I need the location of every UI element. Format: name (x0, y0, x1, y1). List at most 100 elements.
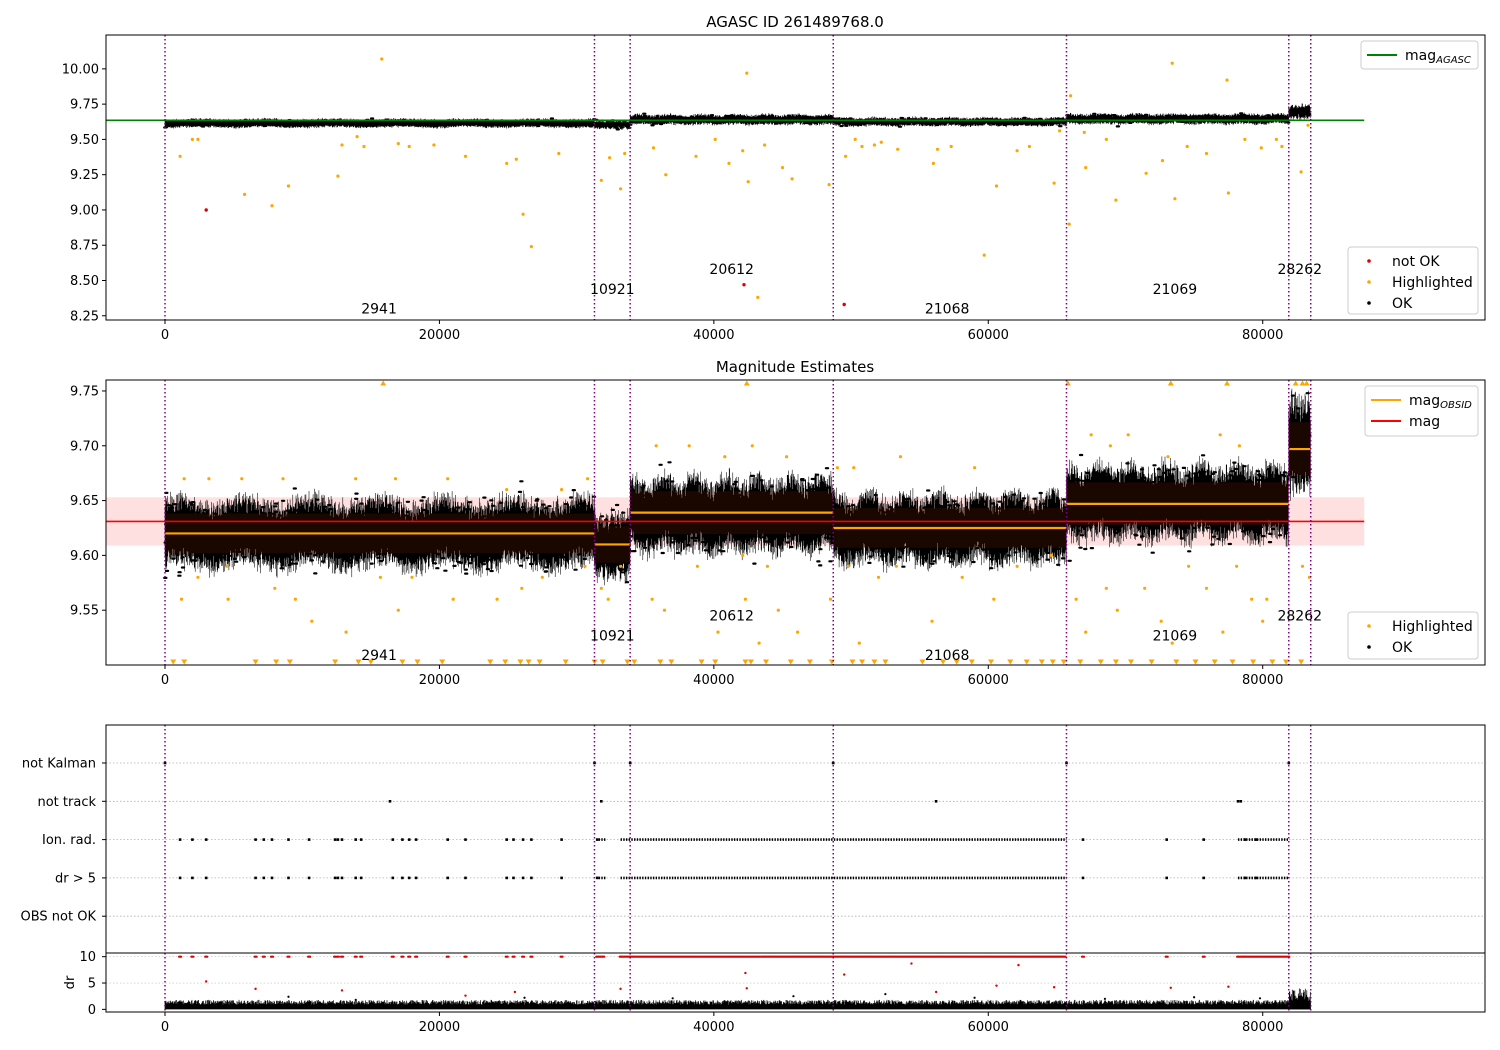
p1-ytick-label: 9.00 (70, 203, 99, 218)
p2-highlighted-point (281, 477, 285, 481)
p1-highlighted-point (336, 174, 340, 178)
p3-dr-gt-5-marker (1202, 876, 1205, 880)
p1-highlighted-point (1299, 170, 1303, 174)
p1-xtick-label: 60000 (968, 328, 1009, 343)
p1-highlighted-point (1259, 146, 1263, 150)
p2-highlighted-point (695, 564, 700, 568)
p1-not-ok-point (204, 208, 208, 212)
p2-obsid-label: 21068 (925, 648, 970, 664)
p2-highlighted-point (207, 477, 211, 481)
p2-highlighted-point (344, 630, 348, 634)
p2-clipped-low-marker (742, 659, 749, 665)
p3-ion-rad-marker (512, 838, 515, 841)
p2-clipped-low-marker (252, 659, 259, 665)
p2-highlighted-point (310, 619, 314, 623)
p2-highlighted-point (1015, 564, 1019, 568)
p3-dr-gt-5-marker (359, 876, 363, 880)
p1-highlighted-point (763, 143, 767, 147)
p2-highlighted-point (179, 597, 184, 601)
p3-ion-rad-marker (178, 838, 182, 841)
p2-highlighted-point (741, 553, 745, 558)
p3-ion-rad-marker (401, 838, 404, 841)
p3-not-track-marker (1236, 800, 1240, 803)
p3-dr-gt-5-marker (1165, 876, 1168, 880)
p1-highlighted-point (1069, 94, 1073, 98)
p2-highlighted-point (1166, 455, 1170, 459)
p1-highlighted-point (619, 187, 623, 191)
p3-dr-gt-5-marker (307, 876, 311, 880)
p2-clipped-low-marker (882, 659, 889, 665)
p1-highlighted-point (1226, 191, 1230, 195)
p2-clipped-low-marker (1097, 659, 1104, 665)
p2-clipped-low-marker (1112, 659, 1119, 665)
p1-highlighted-point (196, 137, 200, 141)
p3-not-track-marker (388, 800, 392, 803)
p2-highlighted-point (1204, 586, 1209, 590)
p2-bottom-legend-label: OK (1392, 640, 1413, 656)
p2-highlighted-point (1074, 597, 1078, 601)
p1-ytick-label: 8.50 (70, 274, 99, 289)
p2-top-legend-label-subscript: OBSID (1440, 400, 1472, 411)
p2-ytick-label: 9.70 (70, 439, 99, 454)
p2-highlighted-point (765, 564, 770, 568)
p2-highlighted-point (1143, 586, 1147, 590)
p2-highlighted-point (723, 455, 727, 459)
p1-highlighted-point (827, 183, 831, 187)
p1-bottom-legend-label: Highlighted (1392, 275, 1473, 291)
p3-ion-rad-marker (530, 838, 533, 841)
p1-ytick-label: 10.00 (62, 62, 99, 77)
p3-flag-row-label: dr > 5 (55, 871, 96, 886)
p1-highlighted-point (745, 71, 749, 75)
p2-clipped-low-marker (859, 659, 866, 665)
p2-obsid-label: 28262 (1277, 609, 1322, 625)
p1-highlighted-point (727, 161, 731, 165)
p3-dr-gt-5-marker (204, 876, 208, 880)
p3-ion-rad-marker (464, 838, 467, 841)
p3-ion-rad-marker (1202, 838, 1205, 841)
p3-dr-gt-5-marker (262, 876, 266, 880)
p2-bottom-legend-point-swatch (1367, 645, 1371, 649)
p4-xtick-label: 60000 (968, 1020, 1009, 1035)
p4-dr-red-point (1169, 986, 1172, 989)
p2-highlighted-point (1261, 619, 1265, 623)
p3-ion-rad-marker (446, 838, 449, 841)
p1-highlighted-point (355, 135, 359, 139)
p4-dr-red-point (619, 987, 622, 991)
p1-xtick-label: 40000 (693, 328, 734, 343)
p1-xtick-label: 0 (161, 328, 169, 343)
p1-xtick-label: 20000 (419, 328, 460, 343)
p2-clipped-low-marker (502, 659, 509, 665)
p2-clipped-low-marker (1038, 659, 1045, 665)
p2-ytick-label: 9.60 (70, 549, 99, 564)
p2-clipped-high-marker (1167, 380, 1174, 386)
p1-highlighted-point (1204, 151, 1209, 156)
p2-highlighted-point (828, 597, 833, 601)
p1-obsid-label: 28262 (1277, 262, 1322, 278)
p2-highlighted-point (876, 575, 881, 579)
p2-highlighted-point (1159, 619, 1163, 623)
p1-highlighted-point (396, 142, 400, 146)
p3-ion-rad-marker (204, 838, 208, 841)
p4-ytick-label: 5 (88, 977, 96, 992)
p1-highlighted-point (243, 192, 247, 196)
p2-xtick-label: 40000 (693, 673, 734, 688)
p4-xtick-label: 80000 (1242, 1020, 1283, 1035)
p2-clipped-high-marker (743, 380, 750, 386)
p2-clipped-low-marker (414, 659, 421, 665)
flags-panel: not Kalman not track Ion. rad. dr > 5 OBS no… (21, 724, 1486, 954)
p2-clipped-high-marker (1292, 380, 1299, 386)
p2-clipped-low-marker (439, 659, 446, 665)
p1-highlighted-point (362, 144, 366, 149)
p4-dr-red-point (1052, 986, 1056, 989)
p2-highlighted-point (852, 466, 856, 470)
p1-highlighted-point (286, 184, 291, 188)
p3-ion-rad-marker (287, 838, 290, 841)
p3-ion-rad-marker (340, 838, 344, 841)
p4-dr-red-point (1227, 985, 1230, 988)
p4-dr-red-point (1017, 963, 1020, 967)
p3-ion-rad-marker (254, 838, 257, 841)
p4-dr-point (1193, 996, 1196, 999)
p4-dr-point (354, 998, 357, 1001)
p2-highlighted-point (293, 597, 297, 601)
p4-xtick-label: 0 (161, 1020, 169, 1035)
